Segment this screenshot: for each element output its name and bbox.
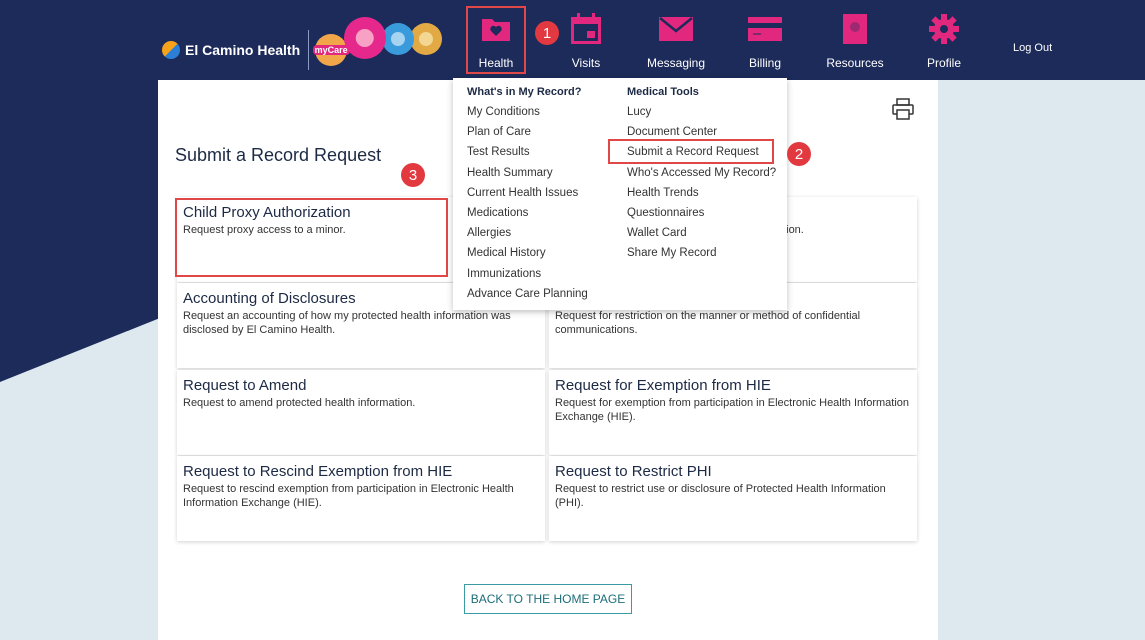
menu-item-medications[interactable]: Medications bbox=[467, 206, 588, 226]
dropdown-column-tools: Medical Tools Lucy Document Center Submi… bbox=[627, 85, 776, 267]
card-description: Request to rescind exemption from partic… bbox=[183, 483, 514, 509]
menu-item-advance-care-planning[interactable]: Advance Care Planning bbox=[467, 287, 588, 307]
menu-item-allergies[interactable]: Allergies bbox=[467, 226, 588, 246]
menu-item-plan-of-care[interactable]: Plan of Care bbox=[467, 125, 588, 145]
card-title: Request to Amend bbox=[183, 377, 307, 394]
book-icon bbox=[838, 12, 872, 46]
page-title: Submit a Record Request bbox=[175, 145, 382, 165]
nav-health[interactable]: Health bbox=[466, 6, 526, 74]
menu-item-wallet-card[interactable]: Wallet Card bbox=[627, 226, 776, 246]
menu-item-my-conditions[interactable]: My Conditions bbox=[467, 105, 588, 125]
back-to-home-button[interactable]: BACK TO THE HOME PAGE bbox=[464, 584, 632, 614]
calendar-icon bbox=[569, 12, 603, 46]
dropdown-heading: Medical Tools bbox=[627, 86, 699, 98]
proxy-avatars[interactable] bbox=[342, 16, 447, 60]
logout-link[interactable]: Log Out bbox=[1013, 42, 1052, 54]
avatar-blue[interactable] bbox=[382, 23, 414, 55]
nav-resources[interactable]: Resources bbox=[825, 10, 885, 74]
step-badge-1: 1 bbox=[535, 21, 559, 45]
card-restrict-phi[interactable]: Request to Restrict PHI Request to restr… bbox=[549, 456, 917, 541]
health-dropdown-menu: What's in My Record? My Conditions Plan … bbox=[453, 78, 787, 310]
logo-text: El Camino Health bbox=[185, 42, 301, 58]
card-request-exemption-hie[interactable]: Request for Exemption from HIE Request f… bbox=[549, 370, 917, 455]
card-description: Request to restrict use or disclosure of… bbox=[555, 483, 886, 509]
card-description: Request to amend protected health inform… bbox=[183, 397, 416, 409]
card-title: Request to Rescind Exemption from HIE bbox=[183, 463, 453, 480]
menu-item-share-my-record[interactable]: Share My Record bbox=[627, 246, 776, 266]
menu-item-test-results[interactable]: Test Results bbox=[467, 145, 588, 165]
menu-item-questionnaires[interactable]: Questionnaires bbox=[627, 206, 776, 226]
card-description: Request an accounting of how my protecte… bbox=[183, 310, 511, 336]
avatar-gold[interactable] bbox=[410, 23, 442, 55]
dropdown-heading: What's in My Record? bbox=[467, 86, 582, 98]
nav-health-label: Health bbox=[478, 56, 514, 70]
avatar-pink[interactable] bbox=[344, 17, 386, 59]
menu-item-medical-history[interactable]: Medical History bbox=[467, 246, 588, 266]
menu-item-health-summary[interactable]: Health Summary bbox=[467, 166, 588, 186]
folder-heart-icon bbox=[479, 12, 513, 46]
nav-visits-label: Visits bbox=[571, 56, 601, 70]
nav-profile[interactable]: Profile bbox=[924, 10, 964, 74]
card-rescind-exemption-hie[interactable]: Request to Rescind Exemption from HIE Re… bbox=[177, 456, 545, 541]
menu-item-health-trends[interactable]: Health Trends bbox=[627, 186, 776, 206]
printer-icon[interactable] bbox=[892, 98, 914, 120]
nav-messaging-label: Messaging bbox=[646, 56, 706, 70]
step-badge-2: 2 bbox=[787, 142, 811, 166]
highlight-box-step-2 bbox=[608, 139, 774, 164]
gear-icon bbox=[927, 12, 961, 46]
top-navigation-bar: El Camino Health myCare Health Visits Me… bbox=[0, 0, 1145, 80]
card-description: Request for exemption from participation… bbox=[555, 397, 910, 423]
nav-visits[interactable]: Visits bbox=[566, 10, 606, 74]
card-title: Request to Restrict PHI bbox=[555, 463, 712, 480]
menu-item-whos-accessed-record[interactable]: Who's Accessed My Record? bbox=[627, 166, 776, 186]
nav-billing-label: Billing bbox=[748, 56, 781, 70]
nav-messaging[interactable]: Messaging bbox=[646, 10, 706, 74]
card-request-to-amend[interactable]: Request to Amend Request to amend protec… bbox=[177, 370, 545, 455]
card-title: Request for Exemption from HIE bbox=[555, 377, 771, 394]
step-badge-3: 3 bbox=[401, 163, 425, 187]
dropdown-column-record: What's in My Record? My Conditions Plan … bbox=[467, 85, 588, 307]
nav-profile-label: Profile bbox=[926, 56, 961, 70]
credit-card-icon bbox=[748, 12, 782, 46]
logo-divider bbox=[308, 30, 310, 70]
menu-item-immunizations[interactable]: Immunizations bbox=[467, 267, 588, 287]
menu-item-current-health-issues[interactable]: Current Health Issues bbox=[467, 186, 588, 206]
logo-mark-icon bbox=[162, 41, 180, 59]
nav-billing[interactable]: Billing bbox=[745, 10, 785, 74]
envelope-icon bbox=[659, 12, 693, 46]
nav-resources-label: Resources bbox=[826, 56, 884, 70]
el-camino-health-logo[interactable]: El Camino Health myCare bbox=[162, 30, 350, 70]
card-description: Request for restriction on the manner or… bbox=[555, 310, 861, 336]
menu-item-lucy[interactable]: Lucy bbox=[627, 105, 776, 125]
